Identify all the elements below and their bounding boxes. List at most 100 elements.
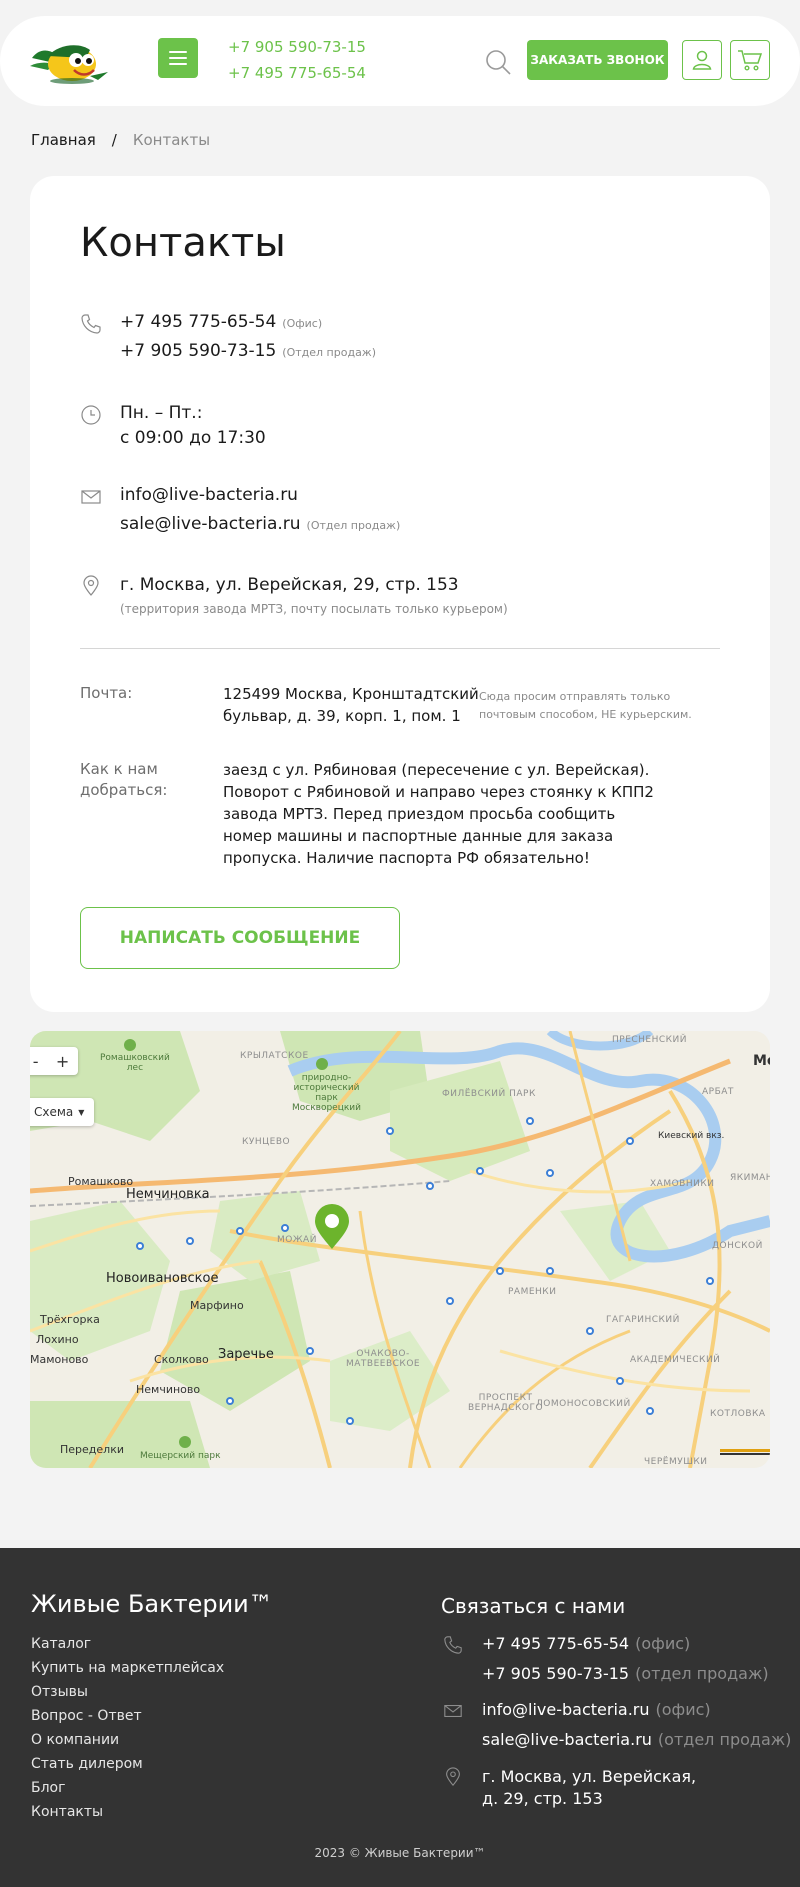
search-icon[interactable]: [484, 48, 512, 76]
user-icon: [692, 50, 712, 70]
hours-days: Пн. – Пт.:: [120, 403, 203, 423]
map-type-label: Схема: [34, 1105, 74, 1119]
map-label: Киевский вкз.: [658, 1131, 725, 1141]
phone-office-note: (Офис): [282, 317, 323, 330]
map-label: Ромашково: [68, 1175, 134, 1188]
phone-icon: [80, 313, 102, 335]
breadcrumb-separator: /: [111, 131, 117, 149]
contact-email-office: info@live-bacteria.ru: [120, 485, 298, 505]
footer-nav: Каталог Купить на маркетплейсах Отзывы В…: [31, 1636, 224, 1828]
map-zoom-control: - +: [30, 1047, 78, 1075]
route-line: Поворот с Рябиновой и направо через стоя…: [223, 783, 654, 801]
post-address-line: 125499 Москва, Кронштадтский: [223, 685, 479, 703]
route-label: Как к нам добраться:: [80, 759, 167, 801]
map-label: Немчиновка: [126, 1187, 210, 1202]
divider: [80, 648, 720, 649]
menu-button[interactable]: [158, 38, 198, 78]
footer-link-faq[interactable]: Вопрос - Ответ: [31, 1708, 142, 1724]
footer-email-office-link[interactable]: info@live-bacteria.ru: [482, 1700, 650, 1719]
footer-link-blog[interactable]: Блог: [31, 1780, 65, 1796]
header-phone-2[interactable]: +7 495 775-65-54: [228, 64, 366, 82]
mail-icon: [443, 1701, 463, 1721]
district-label: КОТЛОВКА: [710, 1409, 766, 1419]
email-sales-link[interactable]: sale@live-bacteria.ru: [120, 514, 301, 534]
district-label: КУНЦЕВО: [242, 1137, 291, 1147]
route-line: пропуска. Наличие паспорта РФ обязательн…: [223, 849, 590, 867]
post-note: Сюда просим отправлять только почтовым с…: [479, 690, 692, 721]
mail-icon: [80, 486, 102, 508]
breadcrumb: Главная / Контакты: [31, 131, 210, 149]
footer-email-office: info@live-bacteria.ru (офис): [482, 1700, 711, 1719]
footer-phone-sales: +7 905 590-73-15 (отдел продаж): [482, 1664, 769, 1683]
zoom-out-button[interactable]: -: [33, 1052, 39, 1071]
callback-button[interactable]: ЗАКАЗАТЬ ЗВОНОК: [527, 40, 668, 80]
menu-icon-bar: [169, 51, 187, 53]
phone-sales-link[interactable]: +7 905 590-73-15: [120, 341, 276, 361]
district-label: ПРЕСНЕНСКИЙ: [612, 1035, 688, 1045]
footer-link-catalog[interactable]: Каталог: [31, 1636, 91, 1652]
footer-phone-office: +7 495 775-65-54 (офис): [482, 1634, 690, 1653]
write-message-button[interactable]: НАПИСАТЬ СООБЩЕНИЕ: [80, 907, 400, 969]
copyright: 2023 © Живые Бактерии™: [314, 1846, 486, 1860]
email-office-link[interactable]: info@live-bacteria.ru: [120, 485, 298, 505]
phone-office-link[interactable]: +7 495 775-65-54: [120, 312, 276, 332]
chevron-down-icon: ▼: [78, 1107, 85, 1117]
clock-icon: [80, 404, 102, 426]
footer-link-dealer[interactable]: Стать дилером: [31, 1756, 143, 1772]
district-label: ЯКИМАН: [730, 1173, 770, 1183]
breadcrumb-home-link[interactable]: Главная: [31, 131, 96, 149]
district-label: ДОНСКОЙ: [712, 1241, 763, 1251]
district-label: РАМЕНКИ: [508, 1287, 557, 1297]
map-label: Переделки: [60, 1443, 124, 1456]
map-canvas: [30, 1031, 770, 1468]
route-line: номер машины и паспортные данные для зак…: [223, 827, 614, 845]
map[interactable]: - + Схема ▼ Немчиновка Новоивановское За…: [30, 1031, 770, 1468]
page-title: Контакты: [80, 220, 286, 266]
park-label: природно- исторический парк Москвoрецкий: [292, 1073, 361, 1113]
park-label: Ромашковский лес: [100, 1053, 170, 1073]
footer-link-marketplaces[interactable]: Купить на маркетплейсах: [31, 1660, 224, 1676]
cart-button[interactable]: [730, 40, 770, 80]
cart-icon: [738, 50, 763, 71]
footer-link-about[interactable]: О компании: [31, 1732, 119, 1748]
footer-email-office-note: (офис): [655, 1700, 711, 1719]
footer-email-sales-note: (отдел продаж): [657, 1730, 792, 1749]
route-line: завода МРТЗ. Перед приездом просьба сооб…: [223, 805, 616, 823]
email-sales-note: (Отдел продаж): [306, 519, 401, 532]
contact-phone-sales: +7 905 590-73-15 (Отдел продаж): [120, 341, 376, 361]
site-footer: Живые Бактерии™ Каталог Купить на маркет…: [0, 1548, 800, 1887]
footer-phone-sales-link[interactable]: +7 905 590-73-15: [482, 1664, 629, 1683]
post-address-line: бульвар, д. 39, корп. 1, пом. 1: [223, 707, 461, 725]
map-type-selector[interactable]: Схема ▼: [30, 1098, 94, 1126]
footer-phone-office-note: (офис): [635, 1634, 691, 1653]
map-label: Мамоново: [30, 1353, 89, 1366]
phone-icon: [443, 1635, 463, 1655]
contacts-card: Контакты +7 495 775-65-54 (Офис) +7 905 5…: [30, 176, 770, 1012]
account-button[interactable]: [682, 40, 722, 80]
zoom-in-button[interactable]: +: [56, 1052, 69, 1071]
contact-email-sales: sale@live-bacteria.ru (Отдел продаж): [120, 514, 400, 534]
district-label: ЛОМОНОСОВСКИЙ: [536, 1399, 631, 1409]
footer-phone-sales-note: (отдел продаж): [635, 1664, 769, 1683]
footer-link-contacts[interactable]: Контакты: [31, 1804, 103, 1820]
footer-brand: Живые Бактерии™: [31, 1590, 273, 1618]
breadcrumb-current: Контакты: [132, 131, 211, 149]
district-label: КРЫЛАТСКОЕ: [240, 1051, 309, 1061]
menu-icon-bar: [169, 63, 187, 65]
address-note: (территория завода МРТЗ, почту посылать …: [120, 602, 508, 616]
phone-sales-note: (Отдел продаж): [282, 346, 377, 359]
district-label: ФИЛЁВСКИЙ ПАРК: [442, 1089, 536, 1099]
footer-email-sales-link[interactable]: sale@live-bacteria.ru: [482, 1730, 652, 1749]
footer-email-sales: sale@live-bacteria.ru (отдел продаж): [482, 1730, 791, 1749]
menu-icon-bar: [169, 57, 187, 59]
header-phone-1[interactable]: +7 905 590-73-15: [228, 38, 366, 56]
map-label: Сколково: [154, 1353, 209, 1366]
footer-phone-office-link[interactable]: +7 495 775-65-54: [482, 1634, 629, 1653]
route-label-line: добраться:: [80, 781, 168, 799]
footer-link-reviews[interactable]: Отзывы: [31, 1684, 88, 1700]
park-label: Мещерский парк: [140, 1451, 221, 1461]
footer-address: г. Москва, ул. Верейская, д. 29, стр. 15…: [482, 1767, 697, 1808]
map-label: Немчиново: [136, 1383, 201, 1396]
hours-time: с 09:00 до 17:30: [120, 428, 266, 448]
logo[interactable]: [28, 36, 110, 86]
